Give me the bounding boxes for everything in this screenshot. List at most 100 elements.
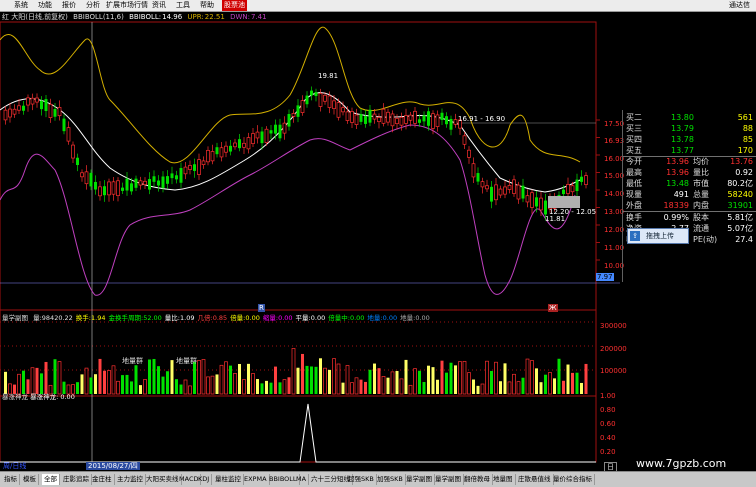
tab-9[interactable]: 量柱监控 (213, 474, 244, 485)
volume-bar (584, 363, 588, 394)
tab-5[interactable]: 主力监控 (115, 474, 146, 485)
stat-value: 5.07亿 (727, 224, 753, 233)
bid-volume: 85 (742, 135, 753, 144)
candle-body (323, 94, 327, 102)
stat-label: 总量 (693, 190, 709, 199)
popup-text: 拖拽上传 (646, 232, 674, 240)
candle-body (399, 117, 404, 126)
dilang-annotation: 地量群 (122, 357, 143, 365)
volume-field-value: 98420.22 (41, 314, 73, 322)
tab-8[interactable]: KDJ (196, 474, 213, 485)
volume-bar (4, 371, 7, 394)
candle-body (134, 178, 138, 188)
volume-bar (354, 377, 359, 395)
volume-bar (445, 372, 448, 394)
tab-16[interactable]: 量学副图 (404, 474, 435, 485)
volume-bar (562, 380, 565, 394)
bid-row: 买四 13.78 85 (623, 134, 756, 145)
tab-2[interactable]: 全部 (42, 474, 60, 485)
candle-body (40, 100, 43, 110)
volume-field: 量比:1.09 (165, 314, 195, 322)
volume-bar (301, 353, 304, 394)
candle-body (427, 111, 430, 126)
stat-label: 换手 (626, 213, 642, 222)
volume-field-value: 1.94 (91, 314, 106, 322)
volume-field-label: 换手: (75, 314, 91, 322)
tab-18[interactable]: 翻倍教母 (462, 474, 493, 485)
candle-body (503, 186, 507, 195)
candle-body (282, 122, 287, 134)
candle-body (130, 183, 133, 192)
drag-upload-popup[interactable]: ⇪ 拖拽上传 (627, 228, 689, 244)
high-price-label: 19.81 (318, 72, 339, 80)
volume-field-value: 0.00 (245, 314, 260, 322)
volume-field: 几倍:0.85 (197, 314, 227, 322)
candle-body (359, 114, 363, 122)
stat-row: 外盘 18339 内盘 31901 (623, 200, 756, 211)
volume-tick: 100000 (600, 367, 627, 375)
candle-body (354, 114, 359, 125)
volume-bar (188, 385, 192, 395)
tab-6[interactable]: 大阳买卖线 (144, 474, 182, 485)
candle-body (26, 97, 30, 106)
candle-body (233, 142, 237, 148)
volume-bar (544, 374, 547, 394)
tab-21[interactable]: 量价综合指标 (551, 474, 595, 485)
volume-bar (373, 363, 376, 394)
candle-body (525, 195, 530, 203)
volume-bar (467, 372, 471, 395)
volume-bar (319, 358, 322, 394)
volume-bar (507, 381, 512, 395)
candle-body (175, 175, 178, 180)
tab-15[interactable]: 加强SKB (375, 474, 406, 485)
candle-body (418, 119, 421, 123)
tab-20[interactable]: 庄散悬值线 (516, 474, 554, 485)
candle-body (539, 197, 543, 211)
candle-body (260, 131, 264, 144)
candle-body (274, 124, 277, 134)
candle-body (170, 173, 174, 179)
bid-row: 买五 13.77 170 (623, 145, 756, 156)
candle-body (255, 131, 260, 139)
volume-field-value: 0.00 (382, 314, 398, 322)
volume-bar (503, 363, 507, 394)
candle-body (310, 90, 313, 96)
volume-bar (454, 365, 457, 394)
volume-bar (98, 358, 102, 394)
upr-band-line (0, 26, 581, 164)
candle-body (562, 189, 565, 195)
tab-12[interactable]: MA (294, 474, 310, 485)
candle-body (364, 116, 367, 124)
candle-body (183, 166, 188, 175)
volume-bar (399, 378, 404, 395)
candle-body (372, 113, 377, 120)
candle-body (467, 149, 471, 158)
candle-body (530, 192, 534, 208)
tab-10[interactable]: EXPMA (242, 474, 270, 485)
volume-bar (89, 377, 93, 394)
panel-frame (0, 21, 597, 311)
volume-bar (111, 365, 116, 395)
volume-bar (548, 372, 552, 395)
tab-3[interactable]: 庄影追踪 (61, 474, 92, 485)
volume-bar (26, 379, 30, 394)
volume-bar (170, 360, 174, 394)
candle-body (17, 105, 21, 111)
tab-4[interactable]: 金庄柱 (90, 474, 115, 485)
tab-1[interactable]: 模板 (21, 474, 39, 485)
volume-field: 换手:1.94 (76, 314, 106, 322)
candle-body (269, 130, 273, 134)
volume-bar (233, 373, 237, 395)
volume-bar (116, 380, 120, 395)
stat-label: 最低 (626, 179, 642, 188)
tab-14[interactable]: 超强SKB (346, 474, 377, 485)
tab-17[interactable]: 量学副图 (433, 474, 464, 485)
tab-19[interactable]: 地量图 (491, 474, 516, 485)
stat-value: 13.48 (666, 179, 689, 188)
volume-bar (53, 359, 57, 394)
candle-body (22, 105, 25, 111)
candle-body (440, 112, 444, 120)
tab-0[interactable]: 指标 (2, 474, 20, 485)
volume-bar (139, 385, 142, 394)
volume-bar (575, 372, 579, 394)
